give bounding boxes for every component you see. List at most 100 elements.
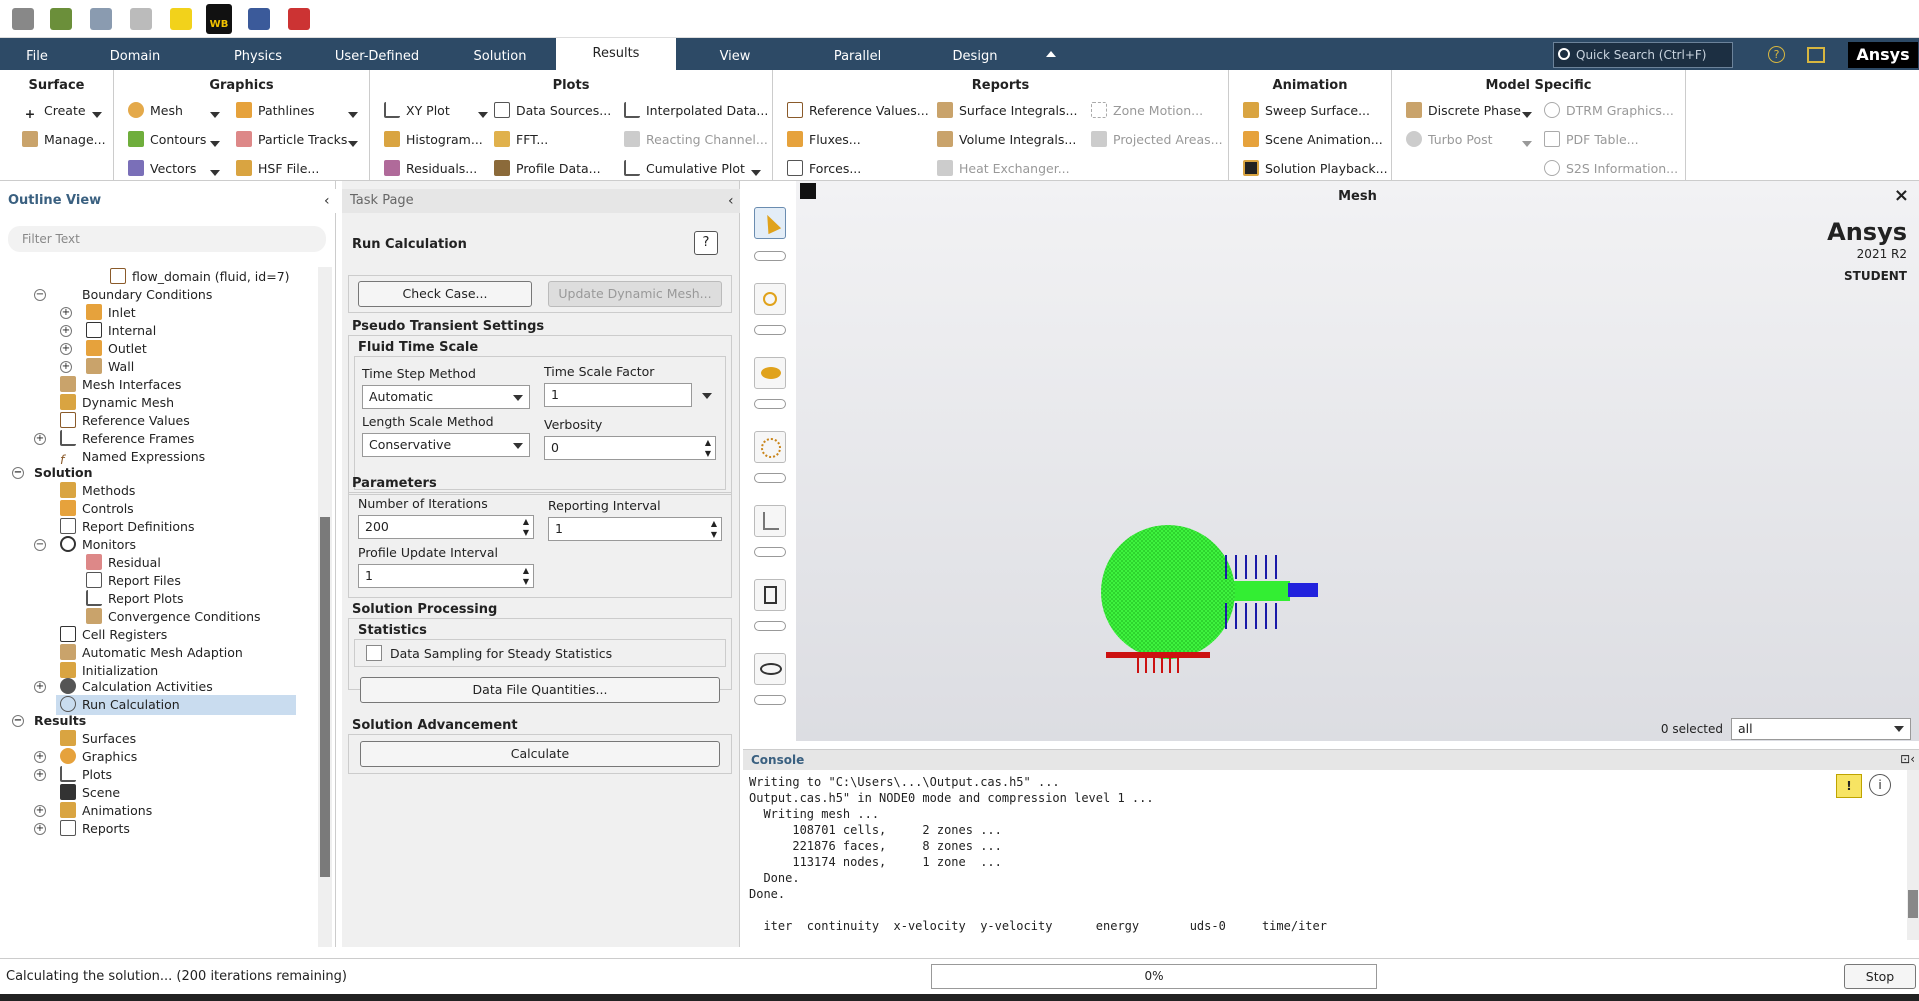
tab-solution[interactable]: Solution	[465, 38, 535, 70]
tree-node[interactable]: − Solution	[12, 463, 93, 483]
expand-icon[interactable]: +	[34, 433, 46, 445]
residuals-button[interactable]: Residuals...	[384, 158, 477, 180]
expand-tools-icon[interactable]	[754, 325, 786, 335]
scene-animation-button[interactable]: Scene Animation...	[1243, 129, 1383, 151]
units-icon[interactable]	[288, 8, 310, 30]
profile-data-button[interactable]: Profile Data...	[494, 158, 601, 180]
power-icon[interactable]	[170, 8, 192, 30]
xy-plot-button[interactable]: XY Plot	[384, 100, 450, 122]
tab-physics[interactable]: Physics	[228, 38, 288, 70]
tree-node[interactable]: Automatic Mesh Adaption	[60, 643, 243, 663]
copy-tool[interactable]	[754, 579, 786, 611]
particle-tracks-button[interactable]: Particle Tracks	[236, 129, 347, 151]
layout-icon[interactable]	[1807, 47, 1825, 63]
tree-node[interactable]: Mesh Interfaces	[60, 375, 181, 395]
chevron-down-icon[interactable]	[348, 141, 358, 147]
create-surface-button[interactable]: + Create	[22, 100, 86, 122]
stepper-arrows-icon[interactable]: ▲ ▼	[523, 565, 529, 587]
hsf-file-button[interactable]: HSF File...	[236, 158, 319, 180]
chevron-down-icon[interactable]	[478, 112, 488, 118]
reference-values-button[interactable]: Reference Values...	[787, 100, 929, 122]
collapse-icon[interactable]: −	[34, 289, 46, 301]
discrete-phase-button[interactable]: Discrete Phase	[1406, 100, 1521, 122]
console-scrollbar[interactable]	[1907, 770, 1919, 940]
stepper-arrows-icon[interactable]: ▲ ▼	[523, 516, 529, 538]
expand-icon[interactable]: +	[34, 681, 46, 693]
tree-node[interactable]: Reference Values	[60, 411, 190, 431]
stop-button[interactable]: Stop	[1844, 964, 1916, 989]
tab-view[interactable]: View	[710, 38, 760, 70]
reacting-channel-button[interactable]: Reacting Channel...	[624, 129, 768, 151]
warning-icon[interactable]: !	[1836, 774, 1862, 798]
s2s-information-button[interactable]: S2S Information...	[1544, 158, 1678, 180]
profile-update-interval-stepper[interactable]: 1 ▲ ▼	[358, 564, 534, 588]
tree-node[interactable]: Cell Registers	[60, 625, 167, 645]
tree-node[interactable]: Dynamic Mesh	[60, 393, 174, 413]
tree-node[interactable]: Convergence Conditions	[86, 607, 261, 627]
calculate-button[interactable]: Calculate	[360, 741, 720, 767]
tree-node[interactable]: + Reports	[34, 819, 130, 839]
tree-node[interactable]: Scene	[60, 783, 120, 803]
contours-button[interactable]: Contours	[128, 129, 206, 151]
chevron-down-icon[interactable]	[1522, 141, 1532, 147]
collapse-icon[interactable]: −	[12, 467, 24, 479]
tree-node[interactable]: Report Definitions	[60, 517, 194, 537]
data-sampling-checkbox[interactable]	[366, 645, 382, 661]
stepper-arrows-icon[interactable]: ▲ ▼	[705, 437, 711, 459]
help-icon[interactable]: ?	[1768, 46, 1785, 63]
data-file-quantities-button[interactable]: Data File Quantities...	[360, 677, 720, 703]
expand-tools-icon[interactable]	[754, 621, 786, 631]
parallel-icon[interactable]	[248, 8, 270, 30]
tree-node[interactable]: + Calculation Activities	[34, 677, 213, 697]
tree-node-run-calculation[interactable]: Run Calculation	[56, 695, 296, 715]
check-case-button[interactable]: Check Case...	[358, 281, 532, 307]
axes-tool[interactable]	[754, 505, 786, 537]
collapse-panel-icon[interactable]: ‹	[728, 193, 734, 209]
console-options-icon[interactable]: ⊡‹	[1900, 752, 1915, 766]
tree-node[interactable]: + Wall	[60, 357, 134, 377]
console-output[interactable]: Writing to "C:\Users\...\Output.cas.h5" …	[749, 774, 1327, 934]
chevron-down-icon[interactable]	[210, 141, 220, 147]
expand-icon[interactable]: +	[34, 751, 46, 763]
expand-icon[interactable]: +	[60, 307, 72, 319]
pointer-tool[interactable]	[754, 207, 786, 239]
tree-node[interactable]: Surfaces	[60, 729, 136, 749]
chevron-down-icon[interactable]	[751, 170, 761, 176]
filter-text-input[interactable]: Filter Text	[8, 226, 326, 252]
volume-integrals-button[interactable]: Volume Integrals...	[937, 129, 1076, 151]
tree-node[interactable]: − Results	[12, 711, 86, 731]
tree-node[interactable]: + Internal	[60, 321, 156, 341]
collapse-ribbon-icon[interactable]	[1046, 51, 1056, 57]
tree-node[interactable]: Report Files	[86, 571, 181, 591]
expand-tools-icon[interactable]	[754, 547, 786, 557]
tree-node[interactable]: + Graphics	[34, 747, 137, 767]
expand-tools-icon[interactable]	[754, 695, 786, 705]
stepper-arrows-icon[interactable]: ▲ ▼	[711, 518, 717, 540]
collapse-icon[interactable]: −	[34, 539, 46, 551]
expand-icon[interactable]: +	[34, 805, 46, 817]
close-icon[interactable]: ×	[1894, 185, 1909, 206]
tree-node[interactable]: Methods	[60, 481, 135, 501]
expand-tools-icon[interactable]	[754, 473, 786, 483]
pdf-table-button[interactable]: PDF Table...	[1544, 129, 1639, 151]
fft-button[interactable]: FFT...	[494, 129, 548, 151]
tab-file[interactable]: File	[12, 38, 62, 70]
tree-node[interactable]: − Boundary Conditions	[34, 285, 212, 305]
heat-exchanger-button[interactable]: Heat Exchanger...	[937, 158, 1070, 180]
tab-results[interactable]: Results	[556, 38, 676, 70]
expand-icon[interactable]: +	[34, 823, 46, 835]
expand-tools-icon[interactable]	[754, 251, 786, 261]
graphics-viewport[interactable]: Mesh × Ansys 2021 R2 STUDENT 0 selected …	[796, 181, 1919, 741]
manage-surface-button[interactable]: Manage...	[22, 129, 106, 151]
dtrm-graphics-button[interactable]: DTRM Graphics...	[1544, 100, 1674, 122]
update-dynamic-mesh-button[interactable]: Update Dynamic Mesh...	[548, 281, 722, 307]
help-button[interactable]: ?	[694, 231, 718, 255]
surface-integrals-button[interactable]: Surface Integrals...	[937, 100, 1077, 122]
quick-search-input[interactable]: Quick Search (Ctrl+F)	[1553, 42, 1733, 68]
length-scale-method-select[interactable]: Conservative	[362, 433, 530, 457]
time-step-method-select[interactable]: Automatic	[362, 385, 530, 409]
view-tool[interactable]	[754, 357, 786, 389]
cumulative-plot-button[interactable]: Cumulative Plot	[624, 158, 745, 180]
data-sources-button[interactable]: Data Sources...	[494, 100, 611, 122]
tab-user-defined[interactable]: User-Defined	[327, 38, 427, 70]
